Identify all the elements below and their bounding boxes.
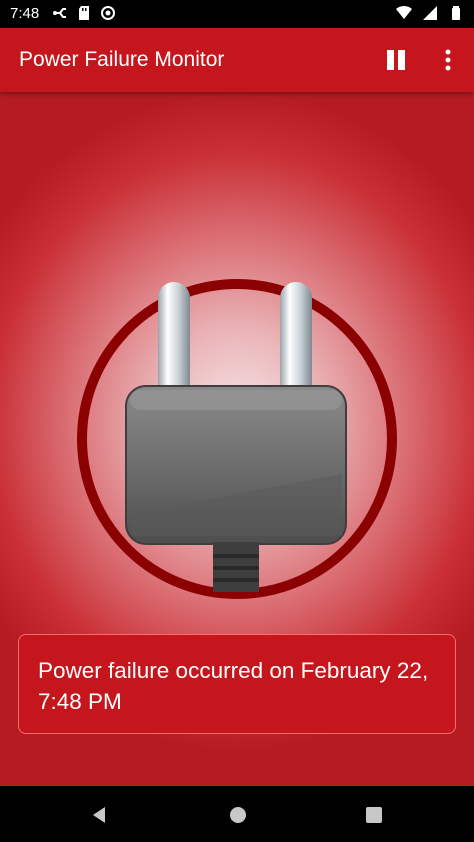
sync-icon [101,6,115,20]
navigation-bar [0,786,474,842]
back-icon[interactable] [89,805,109,825]
usb-debug-icon [53,8,66,18]
home-icon[interactable] [228,805,248,825]
status-time: 7:48 [10,5,40,22]
main-content: Power failure occurred on February 22, 7… [0,92,474,786]
app-title: Power Failure Monitor [19,48,225,71]
power-plug-icon [77,279,397,599]
status-bar: 7:48 [0,0,474,28]
plug-prong-left [158,282,190,402]
app-bar: Power Failure Monitor [0,28,474,92]
battery-icon [452,6,460,20]
failure-message-text: Power failure occurred on February 22, 7… [38,658,429,714]
status-icons-left [52,5,116,21]
status-icons-right [396,5,464,21]
sd-card-icon [79,6,89,20]
more-vert-icon[interactable] [436,46,460,74]
recents-icon[interactable] [364,805,384,825]
wifi-icon [396,5,412,20]
pause-icon[interactable] [382,46,410,74]
plug-prong-right [280,282,312,402]
failure-message-card: Power failure occurred on February 22, 7… [18,634,456,734]
signal-icon [423,6,437,20]
